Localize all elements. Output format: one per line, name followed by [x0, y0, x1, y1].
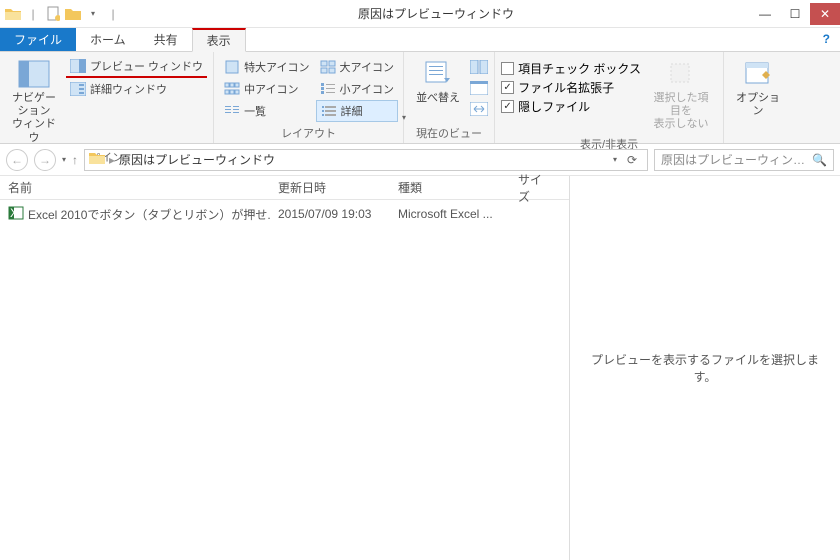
titlebar: | ▾ | 原因はプレビューウィンドウ — ☐ ✕ — [0, 0, 840, 28]
column-headers: 名前 更新日時 種類 サイズ — [0, 176, 569, 200]
qat: | ▾ | — [0, 5, 122, 23]
col-type[interactable]: 種類 — [390, 179, 510, 196]
divider-icon: | — [24, 5, 42, 23]
ribbon-group-label: 現在のビュー — [410, 123, 488, 143]
ribbon-tabs: ファイル ホーム 共有 表示 ? — [0, 28, 840, 52]
up-button[interactable]: ↑ — [72, 153, 78, 167]
history-dropdown-icon[interactable]: ▾ — [62, 155, 66, 164]
tab-view[interactable]: 表示 — [192, 28, 246, 52]
folder-icon — [4, 5, 22, 23]
group-icon[interactable] — [470, 60, 488, 77]
preview-empty-message: プレビューを表示するファイルを選択します。 — [580, 351, 830, 385]
nav-bar: ← → ▾ ↑ ▸ 原因はプレビューウィンドウ ▾ ⟳ 原因はプレビューウィンド… — [0, 144, 840, 176]
new-file-icon[interactable] — [44, 5, 62, 23]
details-pane-button[interactable]: 詳細ウィンドウ — [66, 78, 207, 100]
tab-home[interactable]: ホーム — [76, 28, 140, 51]
medium-icons-button[interactable]: 中アイコン — [220, 78, 313, 100]
maximize-button[interactable]: ☐ — [780, 3, 810, 25]
tab-share[interactable]: 共有 — [140, 28, 192, 51]
details-button[interactable]: 詳細 — [316, 100, 398, 122]
minimize-button[interactable]: — — [750, 3, 780, 25]
qat-dropdown-icon[interactable]: ▾ — [84, 5, 102, 23]
folder-icon — [89, 151, 105, 168]
preview-pane-button[interactable]: プレビュー ウィンドウ — [66, 56, 207, 78]
checkbox-icon: ✓ — [501, 100, 514, 113]
search-icon: 🔍 — [812, 153, 827, 167]
file-date: 2015/07/09 19:03 — [270, 207, 390, 221]
list-button[interactable]: 一覧 — [220, 100, 313, 122]
breadcrumb[interactable]: 原因はプレビューウィンドウ — [119, 151, 275, 168]
file-list-pane: 名前 更新日時 種類 サイズ X Excel 2010でボタン（タブとリボン）が… — [0, 176, 570, 560]
back-button[interactable]: ← — [6, 149, 28, 171]
preview-pane: プレビューを表示するファイルを選択します。 — [570, 176, 840, 560]
options-button[interactable]: オプション — [730, 56, 786, 120]
address-bar[interactable]: ▸ 原因はプレビューウィンドウ ▾ ⟳ — [84, 149, 648, 171]
checkbox-icon: ✓ — [501, 81, 514, 94]
checkbox-icon — [501, 62, 514, 75]
breadcrumb-sep-icon: ▸ — [109, 153, 115, 167]
tab-file[interactable]: ファイル — [0, 28, 76, 51]
ribbon-group-current-view: 並べ替え 現在のビュー — [404, 52, 495, 143]
search-placeholder: 原因はプレビューウィンドウの検索 — [661, 151, 808, 168]
check-item-boxes[interactable]: 項目チェック ボックス — [501, 60, 641, 77]
check-extensions[interactable]: ✓ファイル名拡張子 — [501, 79, 641, 96]
xlarge-icons-button[interactable]: 特大アイコン — [220, 56, 313, 78]
svg-text:X: X — [10, 206, 18, 220]
ribbon-group-label: レイアウト — [220, 123, 397, 143]
forward-button[interactable]: → — [34, 149, 56, 171]
address-dropdown-icon[interactable]: ▾ — [613, 155, 617, 164]
content: 名前 更新日時 種類 サイズ X Excel 2010でボタン（タブとリボン）が… — [0, 176, 840, 560]
hide-selected-button[interactable]: 選択した項目を 表示しない — [645, 56, 717, 134]
window-controls: — ☐ ✕ — [750, 3, 840, 25]
nav-pane-button[interactable]: ナビゲーション ウィンドウ — [6, 56, 62, 147]
col-size[interactable]: サイズ — [510, 171, 560, 205]
ribbon-group-layout: 特大アイコン 大アイコン 中アイコン 小アイコン 一覧 詳細 ▾ レイアウト — [214, 52, 404, 143]
file-type: Microsoft Excel ... — [390, 207, 510, 221]
help-icon[interactable]: ? — [813, 28, 840, 51]
col-date[interactable]: 更新日時 — [270, 179, 390, 196]
small-icons-button[interactable]: 小アイコン — [316, 78, 398, 100]
large-icons-button[interactable]: 大アイコン — [316, 56, 398, 78]
open-folder-icon[interactable] — [64, 5, 82, 23]
ribbon: ナビゲーション ウィンドウ プレビュー ウィンドウ 詳細ウィンドウ ペイン 特大… — [0, 52, 840, 144]
ribbon-group-options: オプション — [724, 52, 792, 143]
window-title: 原因はプレビューウィンドウ — [122, 5, 750, 22]
refresh-button[interactable]: ⟳ — [621, 153, 643, 167]
file-name: Excel 2010でボタン（タブとリボン）が押せ... — [28, 206, 270, 223]
excel-icon: X — [8, 205, 24, 224]
divider-icon: | — [104, 5, 122, 23]
ribbon-group-label — [730, 127, 786, 143]
size-icon[interactable] — [470, 102, 488, 119]
ribbon-group-pane: ナビゲーション ウィンドウ プレビュー ウィンドウ 詳細ウィンドウ ペイン — [0, 52, 214, 143]
sort-button[interactable]: 並べ替え — [410, 56, 466, 107]
search-input[interactable]: 原因はプレビューウィンドウの検索 🔍 — [654, 149, 834, 171]
table-row[interactable]: X Excel 2010でボタン（タブとリボン）が押せ... 2015/07/0… — [0, 200, 569, 222]
check-hidden[interactable]: ✓隠しファイル — [501, 98, 641, 115]
ribbon-group-show-hide: 項目チェック ボックス ✓ファイル名拡張子 ✓隠しファイル 選択した項目を 表示… — [495, 52, 724, 143]
columns-icon[interactable] — [470, 81, 488, 98]
close-button[interactable]: ✕ — [810, 3, 840, 25]
col-name[interactable]: 名前 — [0, 179, 270, 196]
